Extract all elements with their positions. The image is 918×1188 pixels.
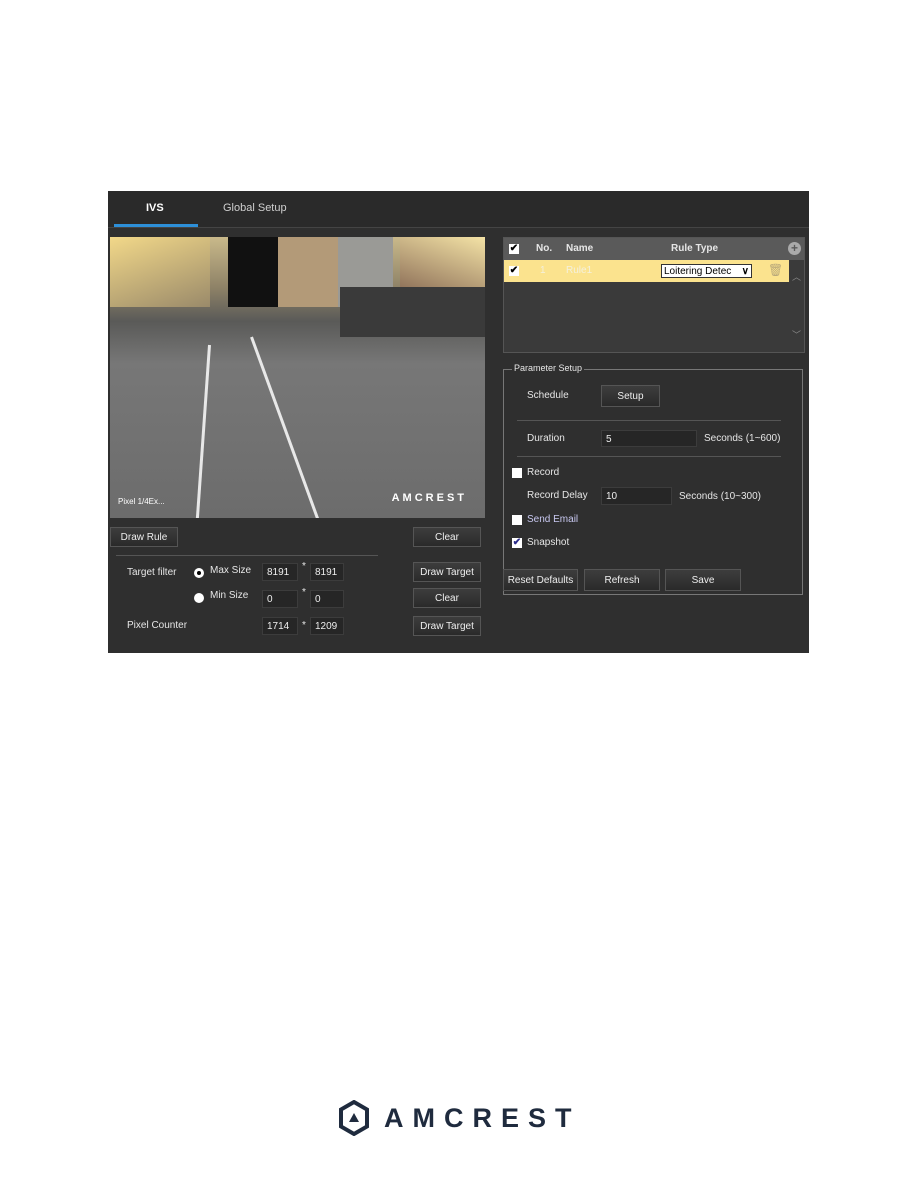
rule-checkbox[interactable]: ✔: [509, 266, 519, 276]
chevron-down-icon: ∨: [741, 266, 749, 277]
rule-name[interactable]: Rule1: [566, 265, 592, 276]
tab-ivs[interactable]: IVS: [146, 202, 164, 214]
max-size-radio[interactable]: [194, 568, 204, 578]
duration-unit: Seconds (1~600): [704, 433, 781, 444]
footer-logo: AMCREST: [338, 1100, 581, 1136]
save-button[interactable]: Save: [665, 569, 741, 591]
parameter-setup-legend: Parameter Setup: [512, 363, 585, 373]
clear-rule-button[interactable]: Clear: [413, 527, 481, 547]
schedule-setup-button[interactable]: Setup: [601, 385, 660, 407]
record-checkbox[interactable]: [512, 468, 522, 478]
header-no: No.: [536, 243, 553, 254]
min-height-input[interactable]: 0: [310, 590, 344, 608]
tab-bar: IVS Global Setup: [108, 191, 809, 228]
divider: [517, 456, 781, 457]
rule-list: ✔ No. Name Rule Type + ✔ 1 Rule1 Loiteri…: [503, 237, 805, 353]
snapshot-label: Snapshot: [527, 537, 570, 548]
draw-target-button[interactable]: Draw Target: [413, 562, 481, 582]
footer-brand: AMCREST: [384, 1102, 581, 1133]
separator: *: [302, 561, 306, 572]
tab-global-setup[interactable]: Global Setup: [223, 202, 287, 214]
divider: [116, 555, 378, 556]
rule-no: 1: [540, 265, 546, 276]
scroll-down-icon[interactable]: ﹀: [792, 328, 801, 341]
scene-wall: [278, 237, 338, 307]
send-email-label: Send Email: [527, 514, 579, 525]
pixel-counter-width: 1714: [262, 617, 298, 635]
max-height-input[interactable]: 8191: [310, 563, 344, 581]
lane-line: [250, 336, 322, 518]
lane-line: [195, 344, 211, 518]
scroll-up-icon[interactable]: ︿: [792, 270, 801, 283]
rule-type-select[interactable]: Loitering Detec ∨: [661, 264, 752, 278]
separator: *: [302, 587, 306, 598]
video-timestamp: Pixel 1/4Ex...: [118, 497, 165, 506]
target-filter-label: Target filter: [127, 567, 177, 578]
record-label: Record: [527, 467, 560, 478]
divider: [517, 420, 781, 421]
draw-rule-button[interactable]: Draw Rule: [110, 527, 178, 547]
record-delay-unit: Seconds (10~300): [679, 491, 762, 502]
scene-garage-door: [228, 237, 278, 307]
parameter-setup-fieldset: Parameter Setup Schedule Setup Duration …: [503, 363, 803, 595]
record-delay-input[interactable]: 10: [601, 487, 672, 505]
trash-icon[interactable]: 🗑: [768, 263, 783, 277]
header-name: Name: [566, 243, 594, 254]
max-size-label: Max Size: [210, 565, 252, 576]
separator: *: [302, 620, 306, 631]
reset-defaults-button[interactable]: Reset Defaults: [503, 569, 578, 591]
video-watermark: AMCREST: [391, 492, 467, 504]
scene-left: [110, 237, 210, 307]
pixel-counter-label: Pixel Counter: [127, 620, 188, 631]
scene-asphalt: [340, 287, 485, 337]
rule-row[interactable]: ✔ 1 Rule1 Loitering Detec ∨ 🗑: [504, 260, 789, 282]
video-preview[interactable]: Pixel 1/4Ex... AMCREST: [110, 237, 485, 518]
clear-target-button[interactable]: Clear: [413, 588, 481, 608]
min-size-label: Min Size: [210, 590, 249, 601]
active-tab-indicator: [114, 224, 198, 227]
max-width-input[interactable]: 8191: [262, 563, 298, 581]
min-size-radio[interactable]: [194, 593, 204, 603]
header-rule-type: Rule Type: [671, 243, 719, 254]
refresh-button[interactable]: Refresh: [584, 569, 660, 591]
duration-input[interactable]: 5: [601, 430, 697, 447]
duration-label: Duration: [527, 433, 565, 444]
min-width-input[interactable]: 0: [262, 590, 298, 608]
draw-target-button-2[interactable]: Draw Target: [413, 616, 481, 636]
add-rule-icon[interactable]: +: [788, 242, 801, 255]
snapshot-checkbox[interactable]: ✔: [512, 538, 522, 548]
ivs-panel: IVS Global Setup Pixel 1/4Ex... AMCREST …: [108, 191, 809, 653]
record-delay-label: Record Delay: [527, 490, 588, 501]
rule-type-value: Loitering Detec: [664, 266, 732, 277]
amcrest-logo-icon: [339, 1100, 369, 1136]
rule-list-header: ✔ No. Name Rule Type +: [504, 238, 804, 260]
send-email-checkbox[interactable]: [512, 515, 522, 525]
schedule-label: Schedule: [527, 390, 569, 401]
pixel-counter-height: 1209: [310, 617, 344, 635]
select-all-checkbox[interactable]: ✔: [509, 244, 519, 254]
